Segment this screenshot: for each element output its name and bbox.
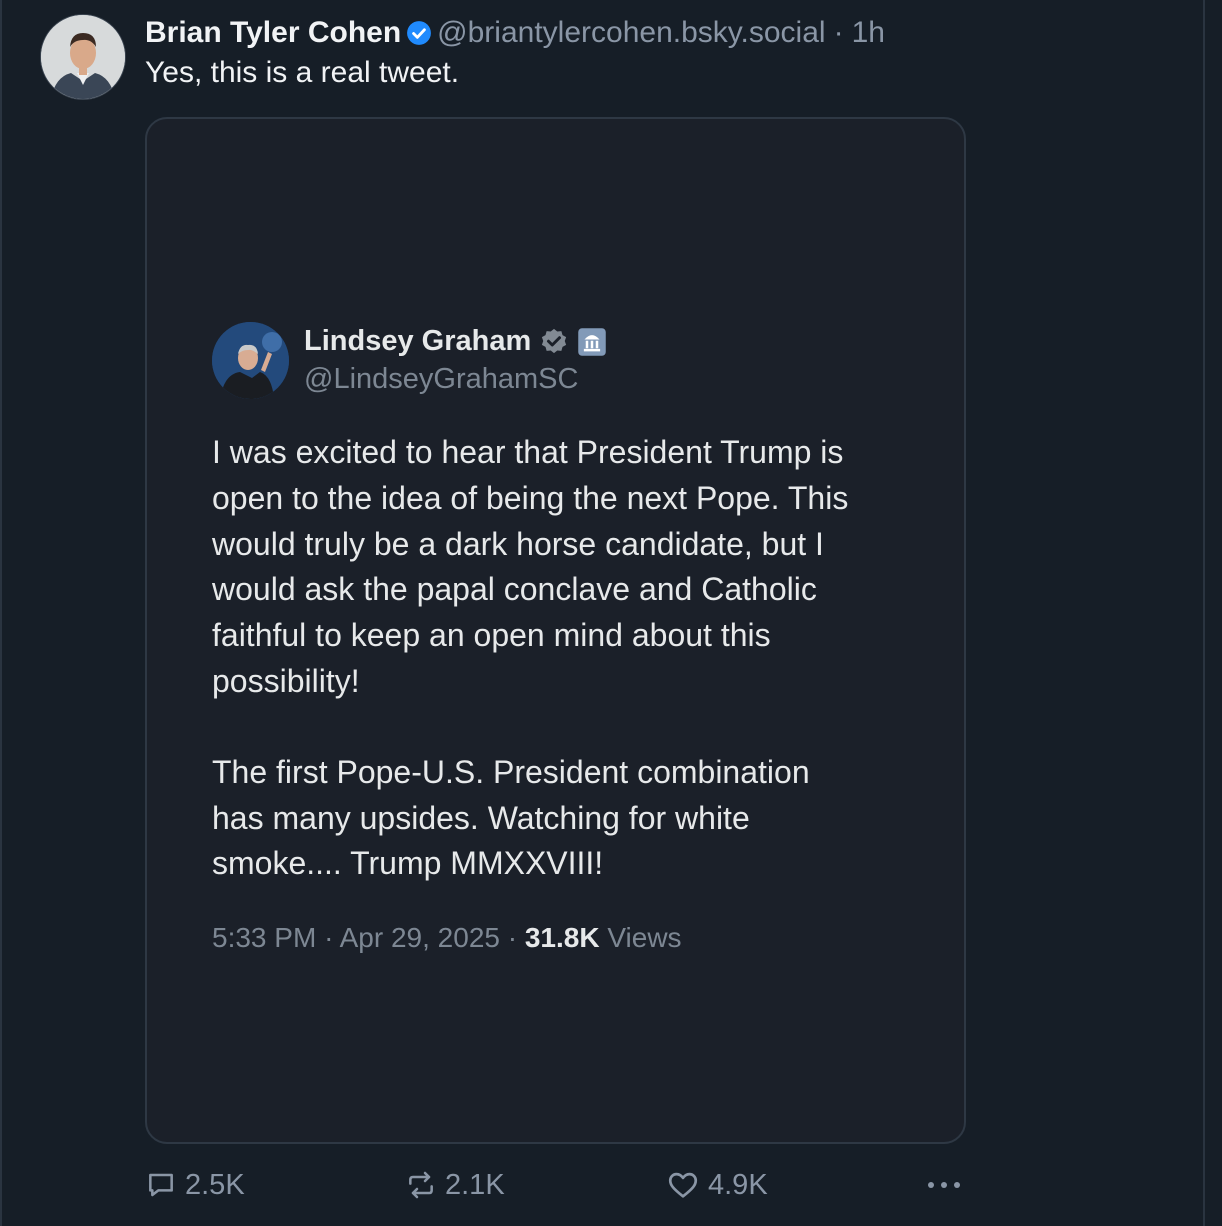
heart-icon [668,1172,698,1198]
repost-count: 2.1K [445,1168,505,1201]
quoted-text-line: would ask the papal conclave and Catholi… [212,571,817,608]
quoted-text-line: possibility! [212,662,360,699]
frame-border-left [0,0,2,1226]
ellipsis-icon [928,1182,960,1188]
quoted-text-line: smoke.... Trump MMXXVIII! [212,845,604,882]
meta-separator: · [507,922,525,953]
post-text: Yes, this is a real tweet. [145,56,460,89]
quoted-post-body: I was excited to hear that President Tru… [212,430,912,887]
author-avatar[interactable] [40,14,126,100]
quoted-author-name: Lindsey Graham [304,325,607,358]
like-button[interactable]: 4.9K [666,1166,768,1204]
frame-border-right [1203,0,1205,1226]
quoted-text-line: The first Pope-U.S. President combinatio… [212,753,810,790]
quoted-author-avatar [212,322,289,399]
quoted-author-name-text: Lindsey Graham [304,325,532,357]
quoted-time: 5:33 PM [212,922,317,953]
verified-check-icon [407,21,432,45]
more-options-button[interactable] [925,1166,971,1204]
like-count: 4.9K [708,1168,768,1201]
repost-arrows-icon [409,1171,433,1199]
quoted-author-handle: @LindseyGrahamSC [304,363,579,395]
quoted-text-line: open to the idea of being the next Pope.… [212,479,849,516]
verified-badge-icon [542,328,567,353]
quoted-text-line: would truly be a dark horse candidate, b… [212,525,824,562]
government-building-icon [578,327,606,356]
reply-button[interactable]: 2.5K [145,1166,245,1204]
author-name[interactable]: Brian Tyler Cohen [145,16,401,50]
quoted-date: Apr 29, 2025 [339,922,500,953]
post-header: Brian Tyler Cohen @briantylercohen.bsky.… [145,13,885,53]
meta-separator: · [324,922,340,953]
post-timestamp[interactable]: 1h [852,16,885,50]
quoted-text-line: I was excited to hear that President Tru… [212,434,844,470]
speech-bubble-icon [149,1173,173,1197]
header-separator: · [833,16,844,49]
quoted-post-meta: 5:33 PM · Apr 29, 2025 · 31.8K Views [212,922,682,954]
quoted-text-line: faithful to keep an open mind about this [212,617,771,654]
repost-button[interactable]: 2.1K [405,1166,505,1204]
views-count: 31.8K [524,922,608,953]
quoted-text-line: has many upsides. Watching for white [212,799,750,836]
reply-count: 2.5K [185,1168,245,1201]
author-handle[interactable]: @briantylercohen.bsky.social [437,16,825,50]
avatar-image [41,15,125,99]
views-label: Views [607,922,682,953]
quoted-avatar-image [212,322,289,399]
